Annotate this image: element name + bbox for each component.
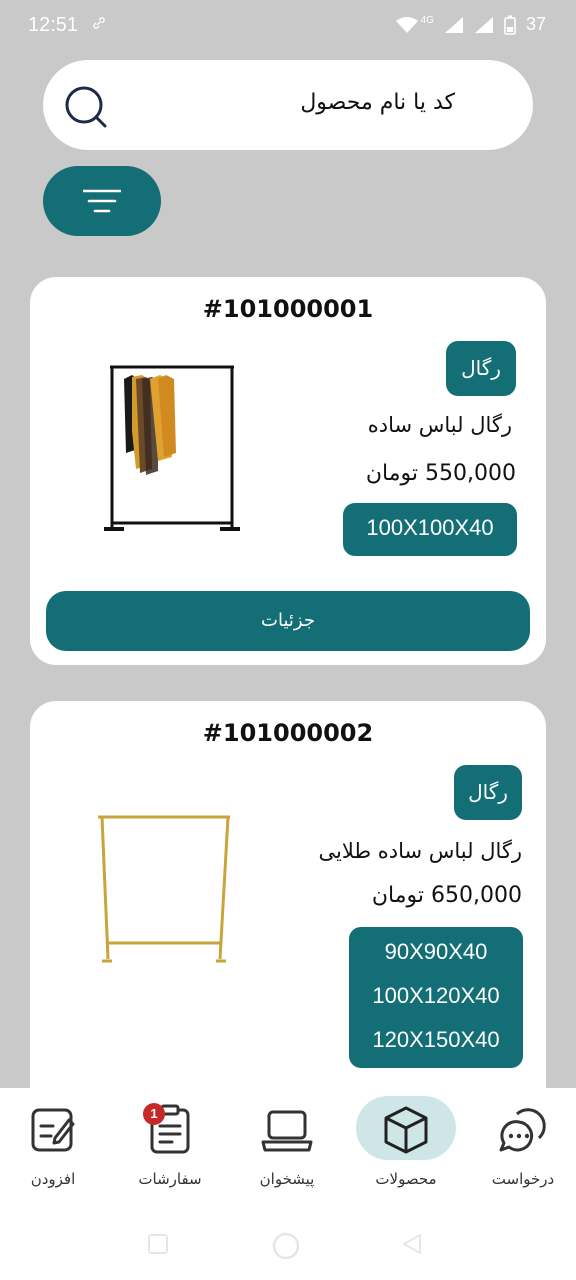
- nav-label: محصولات: [375, 1170, 437, 1188]
- nav-item-products[interactable]: محصولات: [348, 1088, 464, 1200]
- filter-icon: [83, 189, 121, 213]
- filter-button[interactable]: [43, 166, 161, 236]
- link-icon: [93, 17, 105, 29]
- category-badge: رگال: [446, 341, 516, 396]
- battery-icon: [504, 15, 516, 35]
- search-bar[interactable]: کد یا نام محصول: [43, 60, 533, 150]
- laptop-icon: [261, 1110, 313, 1152]
- product-name: رگال لباس ساده: [367, 413, 512, 437]
- size-option: 100X120X40: [372, 983, 500, 1008]
- signal-icon-2: [474, 16, 493, 33]
- size-list: 100X100X40: [343, 503, 517, 556]
- nav-label: افزودن: [30, 1170, 76, 1188]
- orders-badge: 1: [143, 1103, 165, 1125]
- product-name: رگال لباس ساده طلایی: [318, 839, 522, 863]
- nav-label: پیشخوان: [259, 1170, 315, 1188]
- chat-icon: [499, 1108, 546, 1152]
- product-code: #101000001: [202, 295, 374, 323]
- nav-item-dashboard[interactable]: پیشخوان: [229, 1088, 345, 1200]
- nav-item-add[interactable]: افزودن: [0, 1088, 111, 1200]
- size-option: 120X150X40: [372, 1027, 500, 1052]
- battery-level: 37: [525, 14, 546, 34]
- size-option: 90X90X40: [384, 939, 488, 964]
- status-icons: 4G 37: [395, 14, 546, 35]
- size-list: 90X90X40 100X120X40 120X150X40: [349, 927, 523, 1068]
- network-type: 4G: [420, 15, 434, 26]
- wifi-icon: [395, 16, 418, 33]
- system-nav-bar: [0, 1200, 576, 1280]
- product-card[interactable]: #101000002 رگال رگال لباس ساده طلایی 650…: [30, 701, 546, 1121]
- search-input[interactable]: کد یا نام محصول: [300, 90, 455, 115]
- box-icon: [384, 1106, 428, 1154]
- status-time: 12:51: [28, 14, 79, 36]
- size-option: 100X100X40: [366, 515, 494, 540]
- product-price: 550,000 تومان: [365, 461, 516, 486]
- product-price: 650,000 تومان: [371, 883, 522, 908]
- nav-label: سفارشات: [138, 1170, 202, 1188]
- status-bar: 12:51 4G 37: [0, 0, 576, 54]
- product-code: #101000002: [202, 719, 374, 747]
- search-icon[interactable]: [63, 84, 109, 130]
- nav-label: درخواست: [491, 1170, 555, 1188]
- add-note-icon: [31, 1108, 75, 1152]
- nav-item-orders[interactable]: سفارشات: [112, 1088, 228, 1200]
- signal-icon: [444, 16, 463, 33]
- category-badge: رگال: [454, 765, 522, 820]
- nav-item-request[interactable]: درخواست: [465, 1088, 576, 1200]
- recent-apps-icon[interactable]: [146, 1232, 170, 1256]
- bottom-nav: افزودن سفارشات پیشخوان محصولات درخواست: [0, 1088, 576, 1200]
- product-image: [104, 365, 240, 531]
- home-icon[interactable]: [270, 1230, 302, 1262]
- product-card[interactable]: #101000001 رگال رگال لباس ساده 550,000 ت…: [30, 277, 546, 665]
- back-icon[interactable]: [400, 1232, 424, 1256]
- product-image: [98, 815, 230, 963]
- details-button[interactable]: جزئیات: [46, 591, 530, 651]
